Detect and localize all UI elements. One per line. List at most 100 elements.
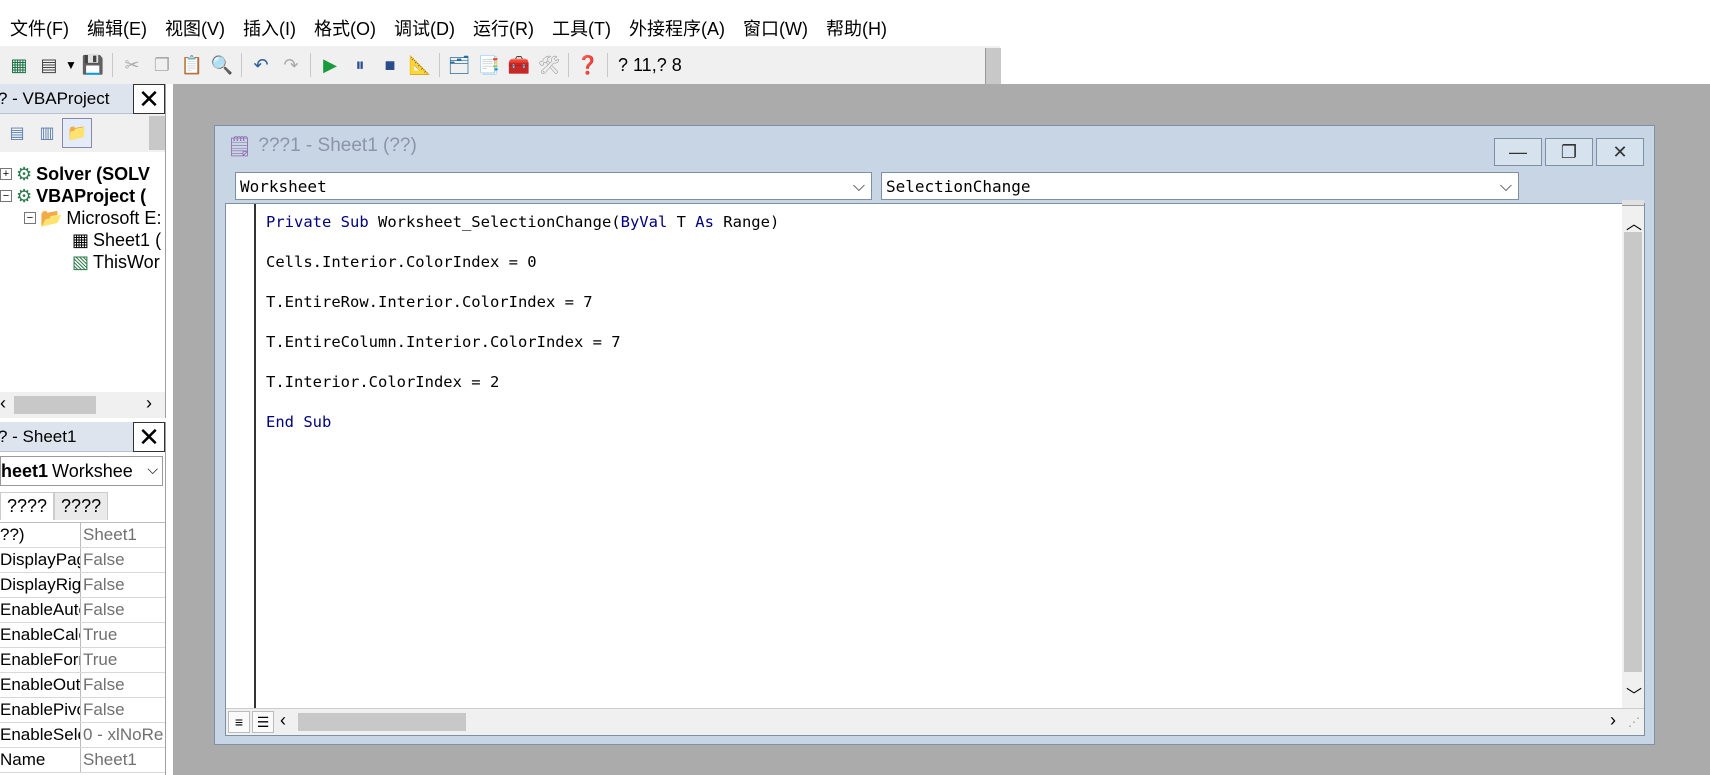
menu-help[interactable]: 帮助(H) xyxy=(826,15,887,41)
properties-window-icon[interactable]: 📑 xyxy=(474,50,504,80)
design-mode-icon[interactable]: 📐 xyxy=(405,50,435,80)
property-value[interactable]: True xyxy=(81,648,165,672)
scrollbar-thumb[interactable] xyxy=(14,396,96,414)
reset-icon[interactable]: ■ xyxy=(375,50,405,80)
property-value[interactable]: False xyxy=(81,573,165,597)
chevron-down-icon[interactable]: ⌵ xyxy=(147,461,158,478)
tree-item-solver[interactable]: + ⚙ Solver (SOLV xyxy=(0,162,150,186)
property-row[interactable]: EnableCalc True xyxy=(0,623,165,648)
insert-userform-icon[interactable]: ▤ xyxy=(34,50,64,80)
property-value[interactable]: Sheet1 xyxy=(81,523,165,547)
tab-categorized[interactable]: ???? xyxy=(54,492,109,520)
resize-grip-icon[interactable]: ⋰ xyxy=(1628,715,1640,729)
toolbox-icon[interactable]: 🛠 xyxy=(534,50,564,80)
procedure-view-icon[interactable]: ≡ xyxy=(228,711,250,733)
tree-item-vbaproject[interactable]: − ⚙ VBAProject ( xyxy=(0,184,146,208)
code-line[interactable]: Private Sub Worksheet_SelectionChange(By… xyxy=(266,212,779,252)
property-row[interactable]: EnableOutl False xyxy=(0,673,165,698)
menu-debug[interactable]: 调试(D) xyxy=(394,15,455,41)
collapse-icon[interactable]: − xyxy=(24,212,36,224)
restore-button[interactable]: ❐ xyxy=(1545,138,1593,166)
view-object-icon[interactable]: ▥ xyxy=(32,118,62,148)
code-vertical-scrollbar[interactable]: ︿ ﹀ xyxy=(1622,200,1644,709)
code-window-titlebar[interactable]: 🗒 ???1 - Sheet1 (??) — ❐ ✕ xyxy=(215,126,1654,166)
property-value[interactable]: 0 - xlNoRe xyxy=(81,723,165,747)
find-icon[interactable]: 🔍 xyxy=(207,50,237,80)
full-module-view-icon[interactable]: ☰ xyxy=(252,711,274,733)
property-row[interactable]: Name Sheet1 xyxy=(0,748,165,773)
property-value[interactable]: Sheet1 xyxy=(81,748,165,772)
object-browser-icon[interactable]: 🧰 xyxy=(504,50,534,80)
undo-icon[interactable]: ↶ xyxy=(246,50,276,80)
code-line[interactable]: Cells.Interior.ColorIndex = 0 xyxy=(266,252,779,292)
redo-icon[interactable]: ↷ xyxy=(276,50,306,80)
property-row[interactable]: EnableSele 0 - xlNoRe xyxy=(0,723,165,748)
menu-addins[interactable]: 外接程序(A) xyxy=(629,15,725,41)
property-row[interactable]: EnablePivo False xyxy=(0,698,165,723)
code-line[interactable]: T.Interior.ColorIndex = 2 xyxy=(266,372,779,412)
collapse-icon[interactable]: − xyxy=(0,190,12,202)
chevron-down-icon[interactable]: ⌵ xyxy=(1500,176,1512,196)
property-row[interactable]: EnableForn True xyxy=(0,648,165,673)
save-icon[interactable]: 💾 xyxy=(78,50,108,80)
scroll-left-icon[interactable]: ‹ xyxy=(0,393,6,414)
toggle-folders-icon[interactable]: 📁 xyxy=(62,118,92,148)
property-row[interactable]: DisplayRigl False xyxy=(0,573,165,598)
project-horizontal-scrollbar[interactable]: ‹ › xyxy=(0,392,165,418)
property-row[interactable]: ??) Sheet1 xyxy=(0,523,165,548)
menu-insert[interactable]: 插入(I) xyxy=(243,15,296,41)
close-button[interactable]: ✕ xyxy=(1596,138,1644,166)
scroll-right-icon[interactable]: › xyxy=(146,393,152,414)
property-row[interactable]: DisplayPag False xyxy=(0,548,165,573)
cut-icon[interactable]: ✂ xyxy=(117,50,147,80)
property-value[interactable]: False xyxy=(81,548,165,572)
code-text[interactable]: Private Sub Worksheet_SelectionChange(By… xyxy=(266,212,779,452)
close-icon[interactable]: ✕ xyxy=(133,422,165,452)
scroll-left-icon[interactable]: ‹ xyxy=(280,710,286,731)
menu-view[interactable]: 视图(V) xyxy=(165,15,225,41)
scroll-right-icon[interactable]: › xyxy=(1610,710,1616,731)
scroll-up-icon[interactable]: ︿ xyxy=(1626,210,1642,234)
split-bar[interactable] xyxy=(1622,200,1644,206)
tree-item-microsoft-excel-objects[interactable]: − 📂 Microsoft E: xyxy=(24,206,161,230)
excel-view-icon[interactable]: ▦ xyxy=(4,50,34,80)
copy-icon[interactable]: ❐ xyxy=(147,50,177,80)
tree-item-sheet1[interactable]: ▦ Sheet1 ( xyxy=(72,228,161,252)
help-icon[interactable]: ❓ xyxy=(573,50,603,80)
menu-format[interactable]: 格式(O) xyxy=(314,15,376,41)
menu-run[interactable]: 运行(R) xyxy=(473,15,534,41)
chevron-down-icon[interactable]: ⌵ xyxy=(853,176,865,196)
expand-icon[interactable]: + xyxy=(0,168,12,180)
minimize-button[interactable]: — xyxy=(1494,138,1542,166)
dropdown-arrow-icon[interactable]: ▼ xyxy=(64,50,78,80)
code-line[interactable]: End Sub xyxy=(266,412,779,452)
view-code-icon[interactable]: ▤ xyxy=(2,118,32,148)
paste-icon[interactable]: 📋 xyxy=(177,50,207,80)
object-selector[interactable]: heet1 Workshee ⌵ xyxy=(0,456,163,486)
property-value[interactable]: True xyxy=(81,623,165,647)
property-value[interactable]: False xyxy=(81,598,165,622)
run-icon[interactable]: ▶ xyxy=(315,50,345,80)
break-icon[interactable]: ⏸ xyxy=(345,50,375,80)
scrollbar-thumb[interactable] xyxy=(1624,232,1642,672)
property-row[interactable]: EnableAuto False xyxy=(0,598,165,623)
close-icon[interactable]: ✕ xyxy=(133,84,165,114)
code-editor[interactable]: Private Sub Worksheet_SelectionChange(By… xyxy=(225,200,1645,736)
code-line[interactable]: T.EntireRow.Interior.ColorIndex = 7 xyxy=(266,292,779,332)
margin-indicator-bar[interactable] xyxy=(226,204,256,709)
property-value[interactable]: False xyxy=(81,698,165,722)
procedure-combo[interactable]: SelectionChange ⌵ xyxy=(881,172,1519,200)
horizontal-scrollbar-thumb[interactable] xyxy=(298,713,466,731)
property-value[interactable]: False xyxy=(81,673,165,697)
menu-edit[interactable]: 编辑(E) xyxy=(87,15,147,41)
object-combo[interactable]: Worksheet ⌵ xyxy=(235,172,872,200)
tree-item-thisworkbook[interactable]: ▧ ThisWor xyxy=(72,250,160,274)
scroll-down-icon[interactable]: ﹀ xyxy=(1626,682,1642,706)
menu-tools[interactable]: 工具(T) xyxy=(552,15,611,41)
menu-file[interactable]: 文件(F) xyxy=(10,15,69,41)
toolbar-options-handle[interactable] xyxy=(985,48,1001,84)
code-line[interactable]: T.EntireColumn.Interior.ColorIndex = 7 xyxy=(266,332,779,372)
tab-alphabetic[interactable]: ???? xyxy=(0,492,55,520)
project-explorer-icon[interactable]: 🗂 xyxy=(444,50,474,80)
pane-toolbar-overflow[interactable] xyxy=(149,116,165,150)
